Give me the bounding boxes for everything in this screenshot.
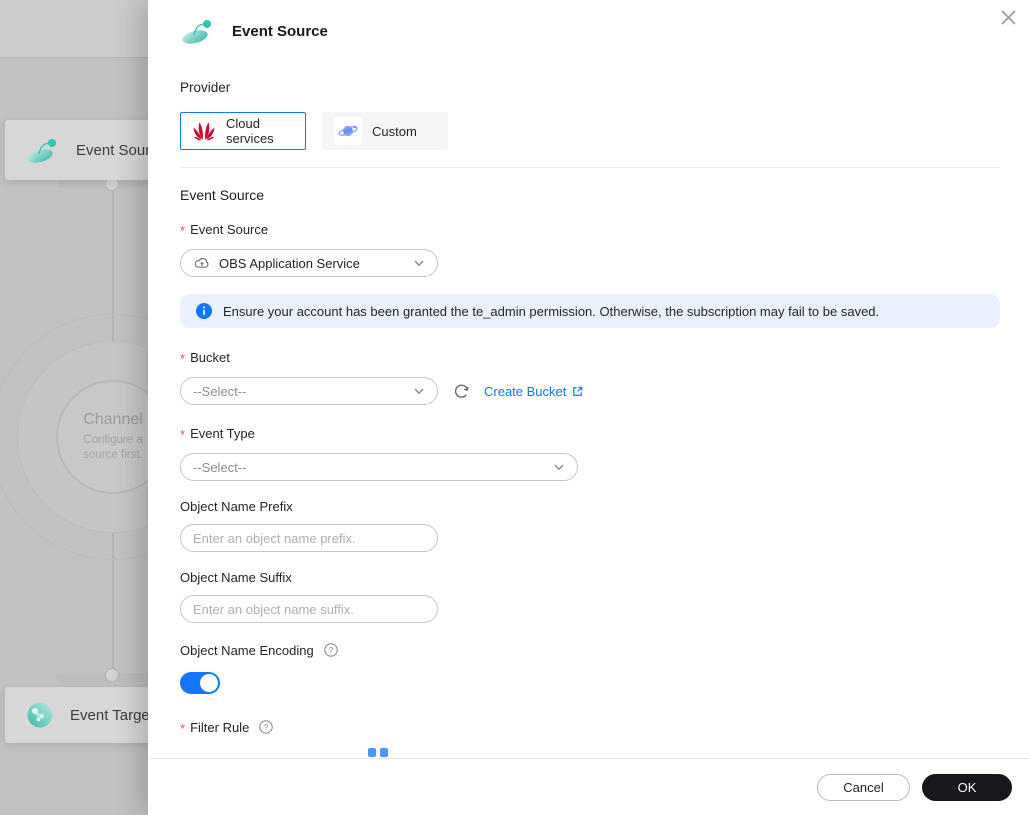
chevron-down-icon xyxy=(553,461,565,473)
ok-button[interactable]: OK xyxy=(922,773,1012,801)
provider-option-label: Cloud services xyxy=(226,116,274,146)
field-label-text: Event Source xyxy=(190,222,269,237)
provider-option-cloud-services[interactable]: Cloud services xyxy=(180,112,306,150)
filter-rule-label: * Filter Rule ? xyxy=(180,718,1029,736)
event-target-icon xyxy=(25,700,55,730)
obs-cloud-icon xyxy=(193,254,211,272)
drawer-header: Event Source xyxy=(148,0,1029,47)
event-type-field-label: * Event Type xyxy=(180,426,1029,442)
huawei-logo-icon xyxy=(192,119,216,143)
drawer-footer: Cancel OK xyxy=(148,758,1029,815)
event-type-select[interactable]: --Select-- xyxy=(180,453,578,481)
field-label-text: Object Name Prefix xyxy=(180,499,293,514)
event-target-card-label: Event Target xyxy=(70,706,154,724)
required-marker: * xyxy=(180,720,186,736)
close-icon[interactable] xyxy=(996,5,1020,29)
event-source-icon xyxy=(180,15,216,47)
section-title: Event Source xyxy=(180,187,265,203)
chevron-down-icon xyxy=(413,257,425,269)
event-type-select-placeholder: --Select-- xyxy=(193,459,247,475)
create-bucket-link-label: Create Bucket xyxy=(484,383,567,399)
object-name-encoding-label: Object Name Encoding ? xyxy=(180,641,1029,659)
help-icon[interactable]: ? xyxy=(257,718,275,736)
object-name-suffix-label: Object Name Suffix xyxy=(180,570,1029,585)
permission-notice-banner: Ensure your account has been granted the… xyxy=(180,294,1000,328)
help-icon[interactable]: ? xyxy=(322,641,340,659)
object-name-encoding-toggle[interactable] xyxy=(180,672,220,694)
channel-title: Channel xyxy=(83,411,143,429)
external-link-icon xyxy=(571,385,584,398)
channel-subtitle: Configure a source first. xyxy=(83,434,143,461)
clipped-filter-rule-content xyxy=(368,748,390,757)
bucket-select[interactable]: --Select-- xyxy=(180,377,438,405)
chevron-down-icon xyxy=(413,385,425,397)
object-name-prefix-input[interactable] xyxy=(180,524,438,552)
field-label-text: Filter Rule xyxy=(190,719,250,735)
header-divider xyxy=(180,167,1000,168)
field-label-text: Event Type xyxy=(190,426,255,441)
notice-text: Ensure your account has been granted the… xyxy=(223,303,880,319)
bucket-select-placeholder: --Select-- xyxy=(193,383,247,399)
object-name-prefix-label: Object Name Prefix xyxy=(180,499,1029,514)
refresh-icon[interactable] xyxy=(452,382,470,400)
provider-options: Cloud services Custom xyxy=(180,112,1029,150)
required-marker: * xyxy=(180,427,186,442)
flow-connector-node xyxy=(105,668,119,682)
field-label-text: Object Name Suffix xyxy=(180,570,292,585)
provider-option-label: Custom xyxy=(372,123,417,139)
required-marker: * xyxy=(180,223,186,238)
svg-text:?: ? xyxy=(264,722,269,732)
field-label-text: Bucket xyxy=(190,350,230,365)
bucket-field-label: * Bucket xyxy=(180,350,1029,366)
event-source-select[interactable]: OBS Application Service xyxy=(180,249,438,277)
bucket-row: --Select-- Create Bucket xyxy=(180,377,1029,405)
event-source-icon xyxy=(25,134,61,166)
provider-option-custom[interactable]: Custom xyxy=(322,112,448,150)
event-source-drawer: Event Source Provider Cloud services Cus… xyxy=(148,0,1029,815)
required-marker: * xyxy=(180,351,186,366)
planet-icon xyxy=(334,117,362,145)
object-name-suffix-input[interactable] xyxy=(180,595,438,623)
field-label-text: Object Name Encoding xyxy=(180,642,314,658)
provider-label: Provider xyxy=(180,80,231,95)
cancel-button[interactable]: Cancel xyxy=(817,773,910,801)
drawer-title: Event Source xyxy=(232,22,328,40)
event-source-field-label: * Event Source xyxy=(180,222,1029,238)
svg-text:?: ? xyxy=(328,645,333,655)
create-bucket-link[interactable]: Create Bucket xyxy=(484,384,584,399)
info-icon xyxy=(196,303,212,319)
event-source-select-value: OBS Application Service xyxy=(219,255,360,271)
